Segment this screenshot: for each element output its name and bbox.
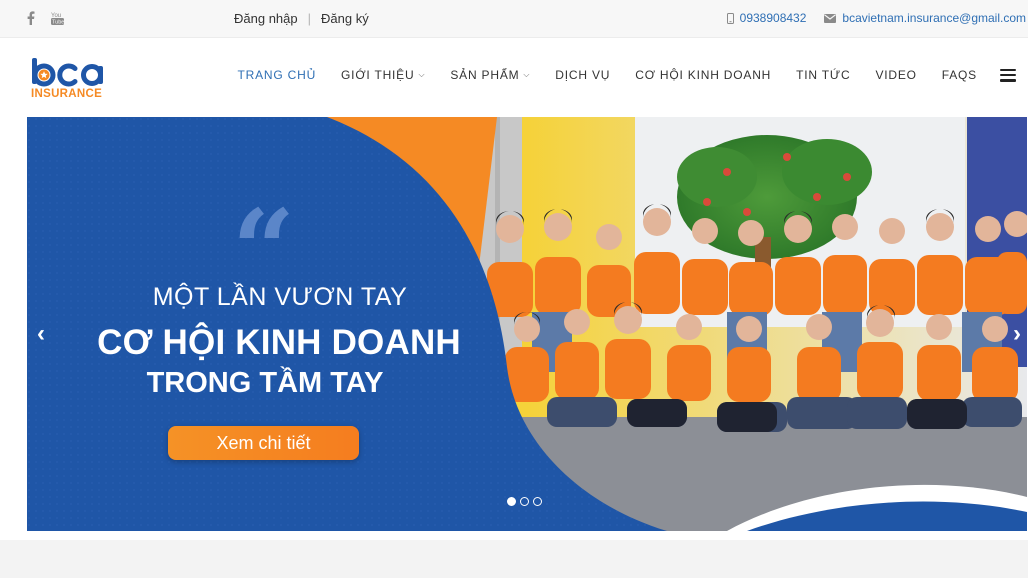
hero-text: “ MỘT LẦN VƯƠN TAY CƠ HỘI KINH DOANH TRO… bbox=[27, 117, 527, 531]
hamburger-icon[interactable] bbox=[1000, 68, 1016, 82]
login-link[interactable]: Đăng nhập bbox=[234, 11, 298, 26]
chevron-down-icon: ⌵ bbox=[418, 70, 426, 79]
slider-pagination bbox=[507, 497, 542, 506]
hero-slider: “ MỘT LẦN VƯƠN TAY CƠ HỘI KINH DOANH TRO… bbox=[27, 117, 1027, 531]
nav-label: FAQS bbox=[941, 68, 977, 82]
youtube-icon[interactable]: You Tube bbox=[51, 11, 64, 26]
nav-co-hoi-kinh-doanh[interactable]: CƠ HỘI KINH DOANH bbox=[635, 68, 771, 82]
contact-info: 0938908432 bcavietnam.insurance@gmail.co… bbox=[726, 11, 1026, 25]
svg-text:INSURANCE: INSURANCE bbox=[31, 88, 102, 100]
nav-label: VIDEO bbox=[875, 68, 917, 82]
nav-label: GIỚI THIỆU bbox=[341, 68, 415, 82]
top-bar: You Tube Đăng nhập | Đăng ký 0938908432 b… bbox=[0, 0, 1028, 38]
auth-links: Đăng nhập | Đăng ký bbox=[234, 11, 369, 26]
nav-faqs[interactable]: FAQS bbox=[942, 68, 977, 82]
nav-label: TIN TỨC bbox=[796, 68, 851, 82]
register-link[interactable]: Đăng ký bbox=[321, 11, 369, 26]
hero-line-2: CƠ HỘI KINH DOANH bbox=[97, 323, 461, 362]
phone-number: 0938908432 bbox=[739, 11, 807, 25]
slide-dot-3[interactable] bbox=[533, 497, 542, 506]
email-address: bcavietnam.insurance@gmail.com bbox=[842, 11, 1026, 25]
chevron-left-icon[interactable]: ‹ bbox=[37, 320, 45, 348]
slide-dot-2[interactable] bbox=[520, 497, 529, 506]
people-group bbox=[487, 204, 1027, 432]
nav-label: SẢN PHẨM bbox=[450, 68, 520, 82]
nav-tin-tuc[interactable]: TIN TỨC bbox=[796, 68, 850, 82]
slide-dot-1[interactable] bbox=[507, 497, 516, 506]
auth-separator: | bbox=[307, 11, 312, 26]
chevron-right-icon[interactable]: › bbox=[1013, 320, 1021, 348]
view-details-button[interactable]: Xem chi tiết bbox=[168, 426, 359, 460]
site-header: INSURANCE TRANG CHỦ GIỚI THIỆU ⌵ SẢN PHẨM… bbox=[0, 38, 1028, 117]
page-bottom-strip bbox=[0, 540, 1028, 578]
email-contact[interactable]: bcavietnam.insurance@gmail.com bbox=[824, 11, 1026, 25]
nav-trang-chu[interactable]: TRANG CHỦ bbox=[238, 68, 317, 82]
social-links: You Tube bbox=[27, 11, 64, 26]
main-nav: TRANG CHỦ GIỚI THIỆU ⌵ SẢN PHẨM ⌵ DỊCH VỤ … bbox=[213, 68, 1016, 82]
nav-dich-vu[interactable]: DỊCH VỤ bbox=[555, 68, 610, 82]
facebook-icon[interactable] bbox=[27, 11, 39, 25]
chevron-down-icon: ⌵ bbox=[523, 70, 531, 79]
nav-video[interactable]: VIDEO bbox=[875, 68, 916, 82]
brand-logo[interactable]: INSURANCE bbox=[30, 56, 114, 100]
nav-san-pham[interactable]: SẢN PHẨM ⌵ bbox=[450, 68, 530, 82]
envelope-icon bbox=[824, 13, 837, 23]
nav-label: TRANG CHỦ bbox=[237, 68, 317, 82]
nav-label: DỊCH VỤ bbox=[555, 68, 611, 82]
svg-text:Tube: Tube bbox=[52, 20, 64, 26]
phone-icon bbox=[726, 12, 734, 24]
hero-line-1: MỘT LẦN VƯƠN TAY bbox=[152, 283, 408, 311]
phone-contact[interactable]: 0938908432 bbox=[726, 11, 807, 25]
nav-label: CƠ HỘI KINH DOANH bbox=[635, 68, 772, 82]
nav-gioi-thieu[interactable]: GIỚI THIỆU ⌵ bbox=[341, 68, 425, 82]
hero-line-3: TRONG TẦM TAY bbox=[146, 367, 384, 399]
